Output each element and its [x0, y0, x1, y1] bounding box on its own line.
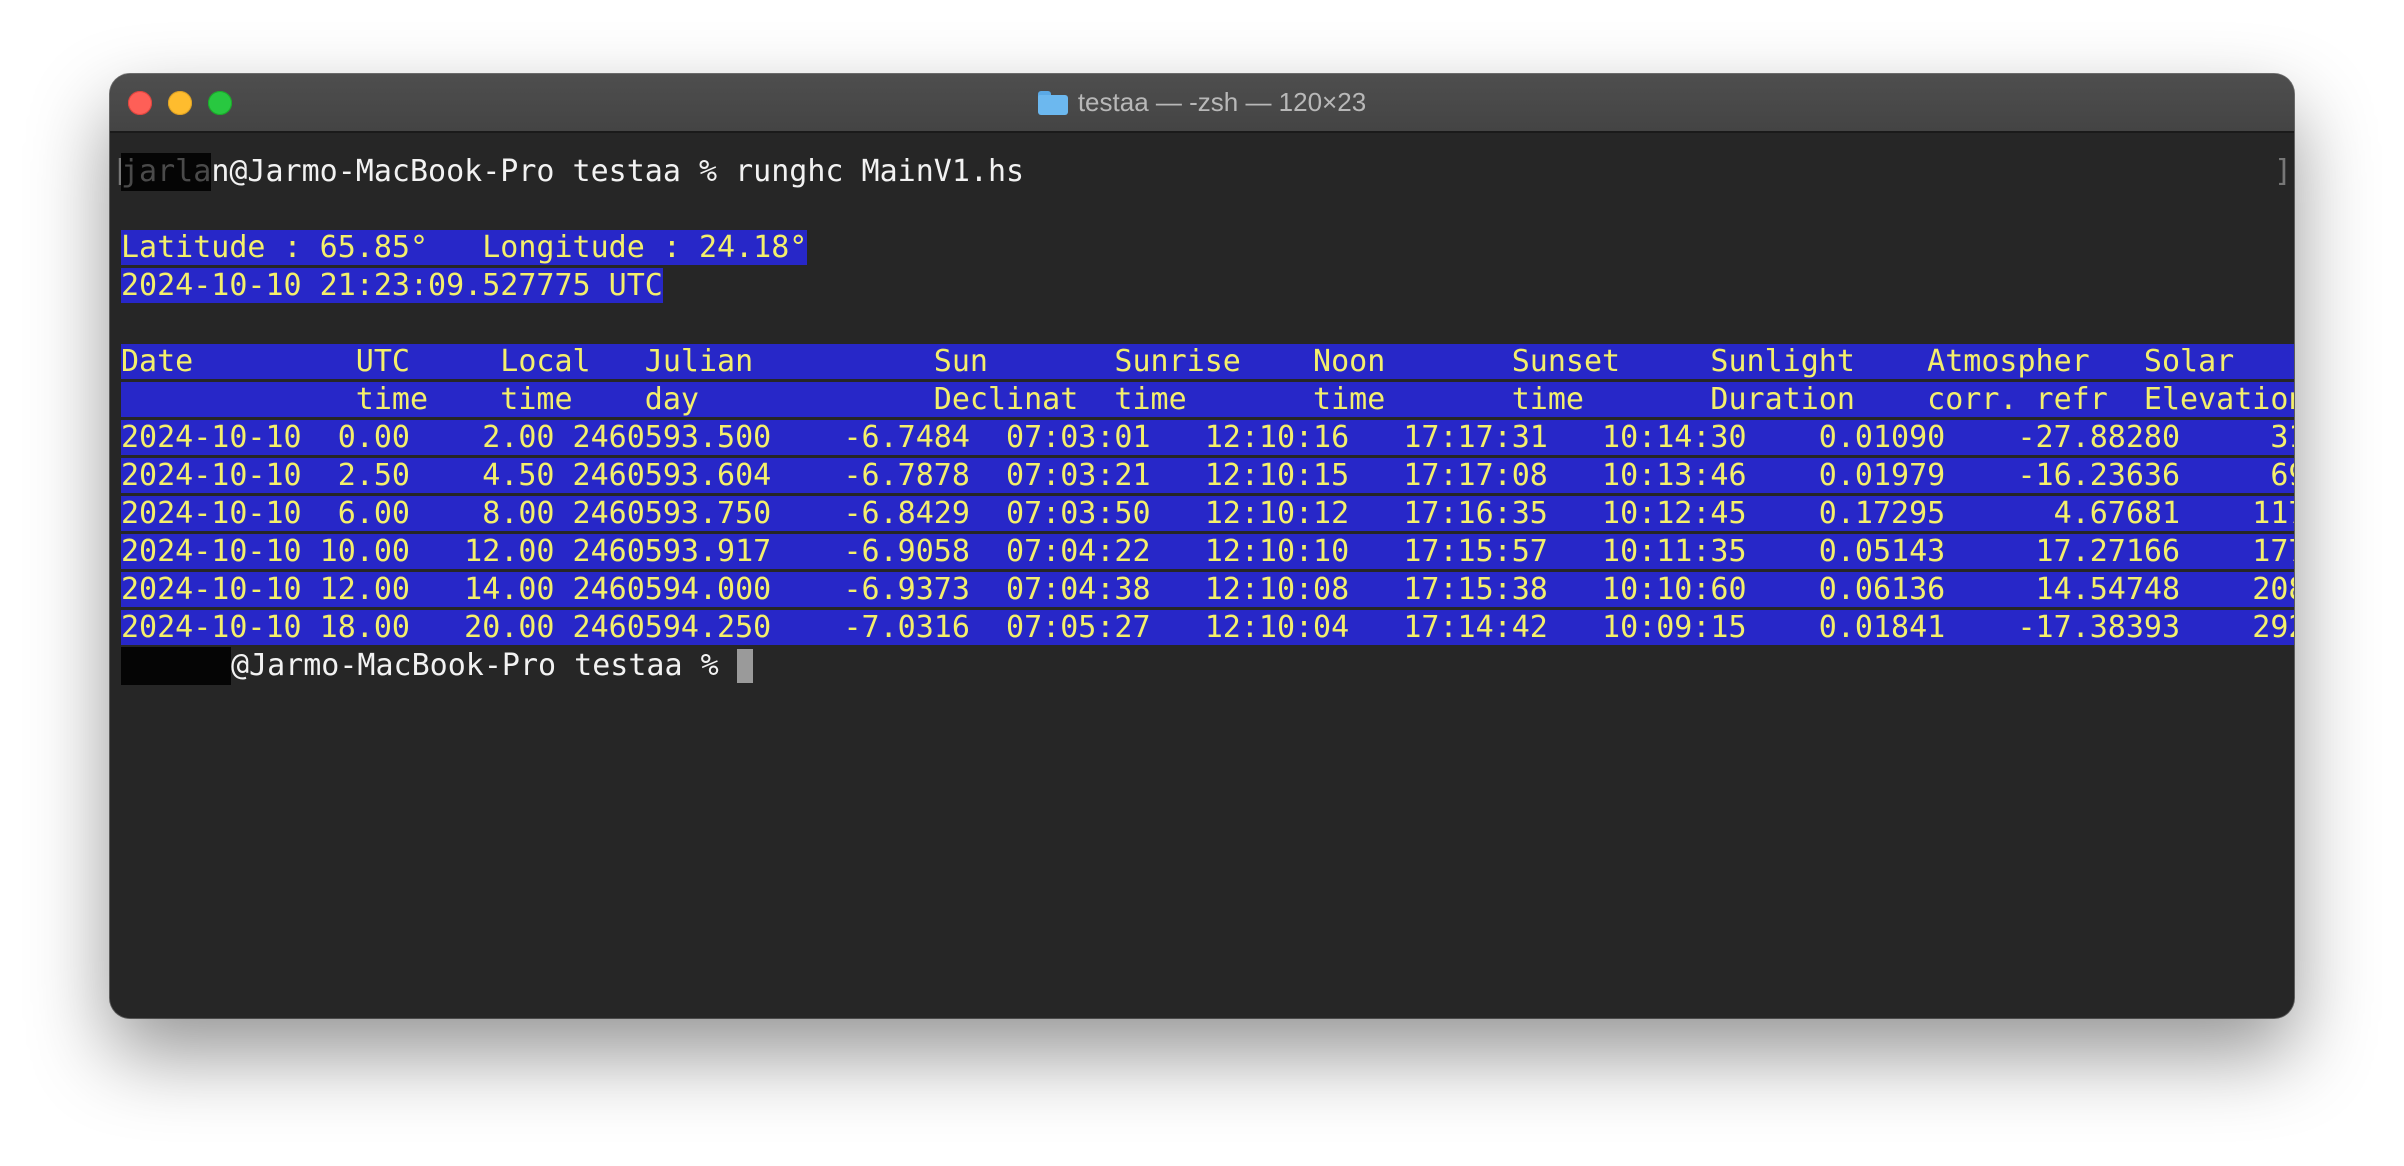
- text-cursor: [736, 649, 753, 683]
- table-row-text: 2024-10-10 10.00 12.00 2460593.917 -6.90…: [121, 534, 2294, 569]
- redacted-username: [121, 647, 231, 685]
- table-row-text: 2024-10-10 6.00 8.00 2460593.750 -6.8429…: [121, 496, 2294, 531]
- folder-icon: [1037, 90, 1068, 115]
- command-text: runghc MainV1.hs: [735, 154, 1025, 189]
- table-row: 2024-10-10 6.00 8.00 2460593.750 -6.8429…: [121, 495, 2294, 533]
- location-line: Latitude : 65.85° Longitude : 24.18°: [121, 229, 808, 267]
- table-row-text: 2024-10-10 2.50 4.50 2460593.604 -6.7878…: [121, 458, 2294, 493]
- prompt-host: @Jarmo-MacBook-Pro testaa %: [231, 648, 737, 683]
- first-prompt-line: jarlan@Jarmo-MacBook-Pro testaa % runghc…: [121, 153, 1024, 191]
- window-title: testaa — -zsh — 120×23: [110, 74, 2294, 131]
- table-row-text: 2024-10-10 0.00 2.00 2460593.500 -6.7484…: [121, 420, 2294, 455]
- table-row: 2024-10-10 18.00 20.00 2460594.250 -7.03…: [121, 609, 2294, 647]
- redacted-username: jarla: [121, 153, 212, 191]
- table-header-line-2: time time day Declinat time time time Du…: [121, 381, 2294, 419]
- prompt-host: n@Jarmo-MacBook-Pro testaa %: [211, 154, 736, 189]
- table-header-line-1: Date UTC Local Julian Sun Sunrise Noon S…: [121, 343, 2294, 381]
- table-row: 2024-10-10 2.50 4.50 2460593.604 -6.7878…: [121, 457, 2294, 495]
- scroll-marker-right: ]: [2273, 154, 2292, 189]
- table-row: 2024-10-10 12.00 14.00 2460594.000 -6.93…: [121, 571, 2294, 609]
- location-text: Latitude : 65.85° Longitude : 24.18°: [121, 230, 808, 265]
- window-title-text: testaa — -zsh — 120×23: [1077, 87, 1367, 117]
- title-bar[interactable]: testaa — -zsh — 120×23: [110, 74, 2294, 133]
- table-row-text: 2024-10-10 12.00 14.00 2460594.000 -6.93…: [121, 572, 2294, 607]
- second-prompt-line: @Jarmo-MacBook-Pro testaa %: [121, 647, 753, 685]
- table-row: 2024-10-10 0.00 2.00 2460593.500 -6.7484…: [121, 419, 2294, 457]
- timestamp-text: 2024-10-10 21:23:09.527775 UTC: [121, 268, 663, 303]
- table-header-text-1: Date UTC Local Julian Sun Sunrise Noon S…: [121, 344, 2294, 379]
- timestamp-line: 2024-10-10 21:23:09.527775 UTC: [121, 267, 663, 305]
- terminal-content[interactable]: [ ] jarlan@Jarmo-MacBook-Pro testaa % ru…: [110, 133, 2294, 1018]
- table-row-text: 2024-10-10 18.00 20.00 2460594.250 -7.03…: [121, 610, 2294, 645]
- table-header-text-2: time time day Declinat time time time Du…: [121, 382, 2294, 417]
- terminal-window: testaa — -zsh — 120×23 [ ] jarlan@Jarmo-…: [110, 74, 2294, 1018]
- table-row: 2024-10-10 10.00 12.00 2460593.917 -6.90…: [121, 533, 2294, 571]
